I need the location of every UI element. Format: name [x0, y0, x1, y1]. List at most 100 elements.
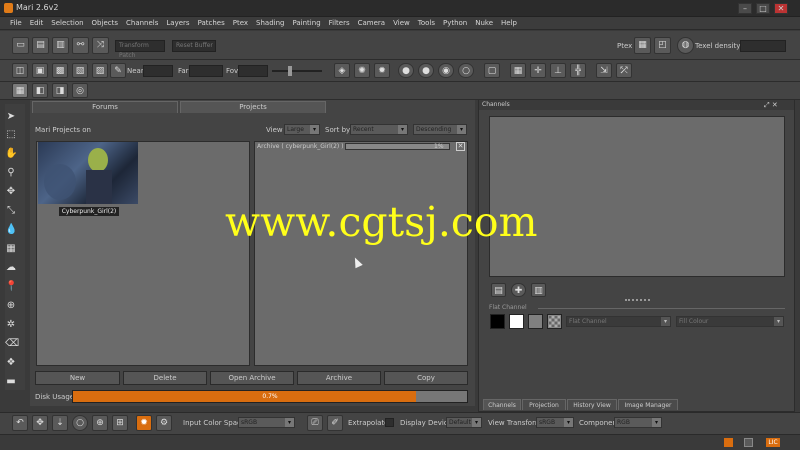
archive-list[interactable] [254, 141, 468, 366]
menu-ptex[interactable]: Ptex [229, 17, 252, 29]
texel-density-field[interactable] [740, 40, 786, 52]
color-picker-icon[interactable]: ⎚ [307, 415, 323, 431]
sort-dropdown[interactable]: Recent ▾ [350, 124, 408, 135]
near-field[interactable] [143, 65, 173, 77]
select-tool-icon[interactable]: ▦ [12, 83, 28, 98]
transform-patch-field[interactable]: Transform Patch [115, 40, 165, 59]
flat-channel-dropdown[interactable]: Flat Channel ▾ [566, 316, 671, 327]
sphere-shaded-icon[interactable]: ◉ [438, 63, 454, 78]
transparent-swatch[interactable] [547, 314, 562, 329]
tab-projection[interactable]: Projection [522, 399, 566, 410]
menu-tools[interactable]: Tools [414, 17, 439, 29]
grid-axis-icon[interactable]: ╬ [570, 63, 586, 78]
down-arrow-icon[interactable]: ⇣ [52, 415, 68, 431]
grid-tool-icon[interactable]: ▦ [5, 243, 17, 255]
open-archive-button[interactable]: Open Archive [210, 371, 294, 385]
texel-globe-icon[interactable]: ◍ [677, 37, 694, 54]
stack-tool-icon[interactable]: ◨ [52, 83, 68, 98]
menu-camera[interactable]: Camera [354, 17, 389, 29]
ortho-icon[interactable]: ▣ [32, 63, 48, 78]
close-icon[interactable]: ✕ [456, 142, 465, 151]
move-paint-icon[interactable]: ✥ [32, 415, 48, 431]
link-icon[interactable]: ⚯ [72, 37, 89, 54]
hand-icon[interactable]: ✋ [5, 148, 17, 160]
menu-edit[interactable]: Edit [26, 17, 48, 29]
project-thumbnail[interactable] [38, 142, 138, 204]
checkerboard-icon[interactable]: ▦ [510, 63, 526, 78]
layers-tool-icon[interactable]: ◧ [32, 83, 48, 98]
layout-icon[interactable]: ▧ [72, 63, 88, 78]
order-dropdown[interactable]: Descending ▾ [413, 124, 467, 135]
input-color-space-dropdown[interactable]: sRGB ▾ [238, 417, 295, 428]
copy-button[interactable]: Copy [384, 371, 468, 385]
open-file-icon[interactable]: ▤ [32, 37, 49, 54]
menu-nuke[interactable]: Nuke [471, 17, 497, 29]
sun-gear-icon[interactable]: ✹ [136, 415, 152, 431]
reset-buffer-field[interactable]: Reset Buffer [172, 40, 216, 52]
menu-painting[interactable]: Painting [288, 17, 324, 29]
project-caption[interactable]: Cyberpunk_Girl(2) [59, 207, 119, 216]
delete-button[interactable]: Delete [123, 371, 207, 385]
scale-axis-icon[interactable]: ⊥ [550, 63, 566, 78]
settings-icon[interactable]: ⚙ [156, 415, 172, 431]
menu-filters[interactable]: Filters [325, 17, 354, 29]
rotate-icon[interactable]: ⤱ [616, 63, 632, 78]
brush-icon[interactable]: ✎ [110, 63, 126, 78]
share-icon[interactable]: ⤨ [92, 37, 109, 54]
close-button[interactable]: ✕ [774, 3, 788, 14]
transform-tool-icon[interactable]: ⤡ [5, 205, 17, 217]
tab-forums[interactable]: Forums [32, 101, 178, 113]
tab-history-view[interactable]: History View [567, 399, 617, 410]
menu-channels[interactable]: Channels [122, 17, 162, 29]
maximize-button[interactable]: □ [756, 3, 770, 14]
zoom-icon[interactable]: ⚲ [5, 167, 17, 179]
view-transform-dropdown[interactable]: sRGB ▾ [536, 417, 574, 428]
shader-icon[interactable]: ✺ [354, 63, 370, 78]
menu-selection[interactable]: Selection [47, 17, 87, 29]
menu-shading[interactable]: Shading [252, 17, 288, 29]
drop-icon[interactable]: 💧 [5, 224, 17, 236]
gear-tool-icon[interactable]: ✲ [5, 319, 17, 331]
menu-layers[interactable]: Layers [162, 17, 193, 29]
grey-swatch[interactable] [528, 314, 543, 329]
menu-python[interactable]: Python [439, 17, 471, 29]
menu-view[interactable]: View [389, 17, 414, 29]
splitter-handle[interactable] [625, 299, 650, 301]
ptex-resize-icon[interactable]: ◰ [654, 37, 671, 54]
channels-list[interactable] [489, 116, 785, 277]
fill-colour-dropdown[interactable]: Fill Colour ▾ [676, 316, 784, 327]
checker-icon[interactable]: ▩ [52, 63, 68, 78]
smudge-icon[interactable]: ☁ [5, 262, 17, 274]
move-axis-icon[interactable]: ✛ [530, 63, 546, 78]
circle-icon[interactable]: ○ [72, 415, 88, 431]
black-swatch[interactable] [490, 314, 505, 329]
undo-icon[interactable]: ↶ [12, 415, 28, 431]
add-channel-icon[interactable]: ▤ [491, 283, 506, 297]
tab-channels[interactable]: Channels [483, 399, 521, 410]
new-button[interactable]: New [35, 371, 120, 385]
fov-field[interactable] [238, 65, 268, 77]
sphere-lit-icon[interactable]: ● [418, 63, 434, 78]
marquee-icon[interactable]: ⬚ [5, 129, 17, 141]
save-file-icon[interactable]: ▥ [52, 37, 69, 54]
display-device-dropdown[interactable]: Default ▾ [446, 417, 482, 428]
tab-image-manager[interactable]: Image Manager [618, 399, 678, 410]
eye-tool-icon[interactable]: ◎ [72, 83, 88, 98]
component-dropdown[interactable]: RGB ▾ [614, 417, 662, 428]
paint-through-icon[interactable]: ⊞ [112, 415, 128, 431]
fov-slider-handle[interactable] [288, 66, 292, 76]
crosshair-icon[interactable]: ⊕ [92, 415, 108, 431]
white-swatch[interactable] [509, 314, 524, 329]
menu-patches[interactable]: Patches [194, 17, 229, 29]
menu-objects[interactable]: Objects [88, 17, 122, 29]
archive-button[interactable]: Archive [297, 371, 381, 385]
transform-icon[interactable]: ⇲ [596, 63, 612, 78]
stamp-icon[interactable]: ❖ [5, 357, 17, 369]
eraser-icon[interactable]: ⌫ [5, 338, 19, 350]
flat-shade-icon[interactable]: ✹ [374, 63, 390, 78]
far-field[interactable] [189, 65, 223, 77]
fov-slider[interactable] [272, 70, 322, 72]
channel-settings-icon[interactable]: ✚ [511, 283, 526, 297]
lighting-icon[interactable]: ◈ [334, 63, 350, 78]
frame-icon[interactable]: ▢ [484, 63, 500, 78]
